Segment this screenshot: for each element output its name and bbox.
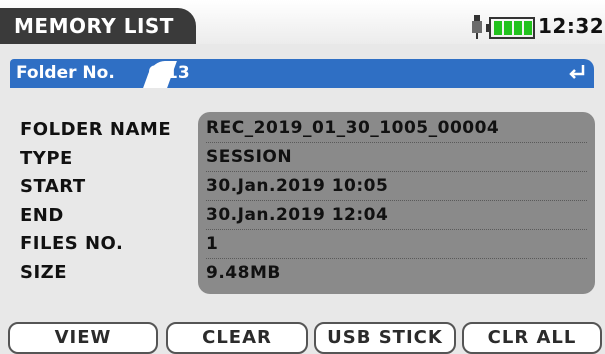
files-no-label: FILES NO. [20, 233, 124, 254]
folder-number: 6/13 [148, 63, 190, 83]
view-button[interactable]: VIEW [8, 322, 158, 354]
folder-name-label: FOLDER NAME [20, 119, 172, 140]
probe-icon [472, 15, 482, 39]
screen-title: MEMORY LIST [0, 8, 196, 44]
battery-icon [486, 17, 535, 39]
size-value: 9.48MB [206, 263, 281, 283]
start-label: START [20, 176, 86, 197]
folder-name-value: REC_2019_01_30_1005_00004 [206, 114, 587, 143]
detail-labels: FOLDER NAME TYPE START END FILES NO. SIZ… [20, 116, 171, 287]
end-label: END [20, 204, 64, 226]
files-no-value: 1 [206, 230, 587, 259]
start-value: 30.Jan.2019 10:05 [206, 172, 587, 201]
clr-all-button[interactable]: CLR ALL [462, 322, 602, 354]
usb-stick-button[interactable]: USB STICK [314, 322, 456, 354]
clear-button[interactable]: CLEAR [166, 322, 308, 354]
folder-selector[interactable]: Folder No. 6/13 [10, 59, 594, 88]
detail-values-panel: REC_2019_01_30_1005_00004 SESSION 30.Jan… [198, 112, 595, 294]
end-value: 30.Jan.2019 12:04 [206, 201, 587, 230]
size-label: SIZE [20, 261, 68, 283]
folder-bar-fill [160, 59, 594, 88]
folder-label: Folder No. [16, 63, 115, 83]
clock: 12:32 [538, 14, 605, 38]
type-value: SESSION [206, 143, 587, 172]
title-bar: MEMORY LIST 12:32 [0, 0, 605, 44]
enter-icon[interactable] [566, 62, 588, 84]
folder-label-area: Folder No. [10, 59, 160, 88]
type-label: TYPE [20, 147, 73, 169]
